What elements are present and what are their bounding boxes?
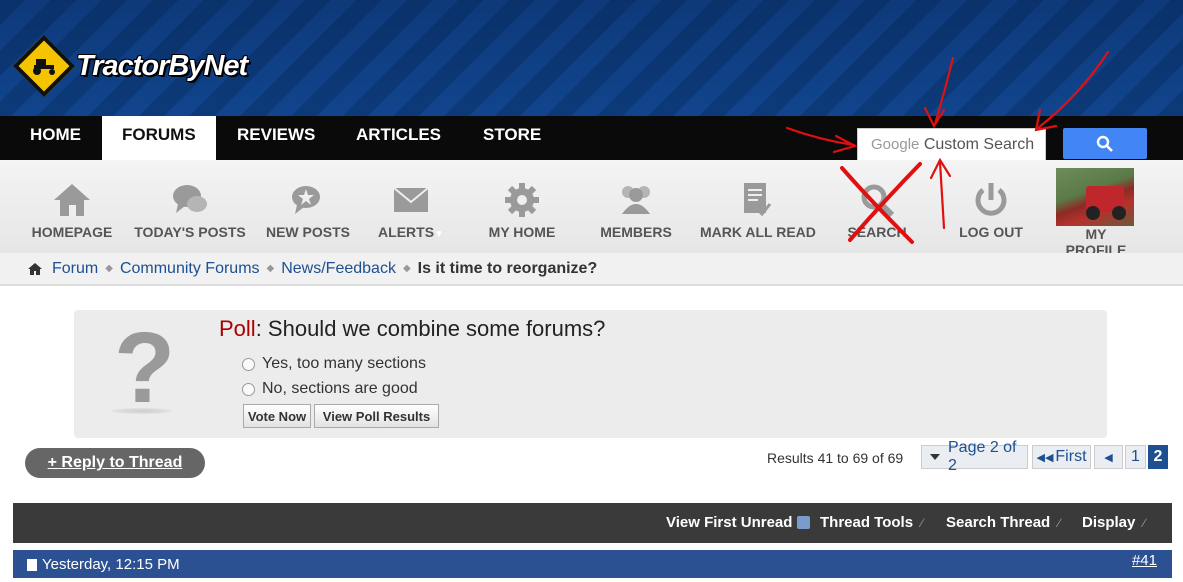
page-link-1[interactable]: 1 bbox=[1125, 445, 1146, 469]
toolbar-homepage[interactable]: HOMEPAGE bbox=[28, 160, 116, 253]
search-icon bbox=[1096, 135, 1113, 152]
breadcrumb-news-feedback[interactable]: News/Feedback bbox=[281, 260, 396, 278]
chat-bubbles-icon bbox=[173, 185, 207, 213]
home-icon bbox=[54, 184, 90, 216]
nav-reviews[interactable]: REVIEWS bbox=[217, 116, 335, 160]
double-chevron-left-icon: ◀◀ bbox=[1036, 451, 1054, 464]
breadcrumb-current: Is it time to reorganize? bbox=[417, 259, 598, 277]
results-count: Results 41 to 69 of 69 bbox=[767, 450, 904, 466]
nav-articles[interactable]: ARTICLES bbox=[336, 116, 461, 160]
toolbar-mark-all-read[interactable]: MARK ALL READ bbox=[700, 160, 816, 253]
gear-icon bbox=[505, 183, 539, 217]
thread-controls-bar: View First Unread Thread Tools ⁄ Search T… bbox=[13, 503, 1172, 543]
tractor-logo-icon bbox=[12, 34, 76, 98]
view-first-unread-link[interactable]: View First Unread bbox=[666, 514, 810, 531]
radio-button[interactable] bbox=[242, 382, 255, 396]
site-logo[interactable]: TractorByNet bbox=[12, 34, 248, 98]
toolbar-alerts[interactable]: ALERTS▼ bbox=[370, 160, 452, 253]
display-menu[interactable]: Display ⁄ bbox=[1082, 514, 1145, 531]
unread-icon bbox=[796, 516, 810, 529]
toolbar-my-home[interactable]: MY HOME bbox=[482, 160, 562, 253]
envelope-icon bbox=[393, 187, 429, 212]
post-header: Yesterday, 12:15 PM #41 bbox=[13, 550, 1172, 578]
mark-read-icon bbox=[744, 183, 772, 217]
power-icon bbox=[975, 183, 1007, 216]
poll-option[interactable]: Yes, too many sections bbox=[242, 355, 426, 373]
view-poll-results-button[interactable]: View Poll Results bbox=[314, 404, 439, 428]
search-thread-menu[interactable]: Search Thread ⁄ bbox=[946, 514, 1060, 531]
profile-avatar[interactable] bbox=[1056, 168, 1134, 226]
logo-text: TractorByNet bbox=[76, 49, 248, 82]
search-placeholder: Custom Search bbox=[923, 136, 1035, 153]
breadcrumb-separator-icon: ◆ bbox=[266, 263, 275, 274]
document-icon bbox=[27, 558, 37, 571]
page-link-2: 2 bbox=[1148, 445, 1168, 469]
breadcrumb-forum[interactable]: Forum bbox=[52, 260, 98, 278]
page-jump-dropdown[interactable]: Page 2 of 2 bbox=[921, 439, 1028, 474]
post-timestamp: Yesterday, 12:15 PM bbox=[42, 556, 180, 573]
chevron-down-icon: ▼ bbox=[434, 229, 444, 240]
poll-option[interactable]: No, sections are good bbox=[242, 380, 418, 398]
google-brand-text: Google bbox=[871, 136, 920, 153]
previous-page-button[interactable]: ◀ bbox=[1094, 445, 1123, 469]
toolbar-new-posts[interactable]: NEW POSTS bbox=[263, 160, 353, 253]
search-icon bbox=[861, 184, 895, 218]
home-icon[interactable] bbox=[28, 262, 42, 276]
poll-title: Poll: Should we combine some forums? bbox=[219, 316, 606, 341]
breadcrumb-separator-icon: ◆ bbox=[402, 263, 411, 274]
breadcrumb-separator-icon: ◆ bbox=[105, 263, 113, 274]
chevron-down-icon bbox=[930, 454, 940, 460]
toolbar-members[interactable]: MEMBERS bbox=[596, 160, 676, 253]
search-input[interactable]: Google Custom Search bbox=[857, 128, 1046, 161]
question-mark-icon: ? bbox=[114, 312, 176, 424]
new-posts-icon bbox=[292, 186, 320, 214]
breadcrumb-community-forums[interactable]: Community Forums bbox=[120, 260, 260, 278]
reply-to-thread-button[interactable]: + Reply to Thread bbox=[25, 448, 205, 478]
nav-forums[interactable]: FORUMS bbox=[102, 116, 216, 160]
poll-box: ? Poll: Should we combine some forums? Y… bbox=[74, 310, 1107, 438]
toolbar-log-out[interactable]: LOG OUT bbox=[952, 160, 1030, 253]
members-icon bbox=[622, 186, 650, 214]
breadcrumb: Forum ◆ Community Forums ◆ News/Feedback… bbox=[0, 253, 1183, 286]
vote-now-button[interactable]: Vote Now bbox=[243, 404, 311, 428]
thread-tools-menu[interactable]: Thread Tools ⁄ bbox=[820, 514, 923, 531]
toolbar-todays-posts[interactable]: TODAY'S POSTS bbox=[134, 160, 246, 253]
first-page-button[interactable]: ◀◀ First bbox=[1032, 445, 1091, 469]
toolbar-search[interactable]: SEARCH bbox=[838, 160, 916, 253]
search-button[interactable] bbox=[1063, 128, 1147, 159]
nav-home[interactable]: HOME bbox=[10, 116, 101, 160]
user-toolbar: HOMEPAGE TODAY'S POSTS NEW POSTS ALERTS▼… bbox=[0, 160, 1183, 253]
radio-button[interactable] bbox=[242, 357, 255, 371]
post-number-link[interactable]: #41 bbox=[1132, 552, 1157, 569]
nav-store[interactable]: STORE bbox=[463, 116, 561, 160]
chevron-left-icon: ◀ bbox=[1104, 451, 1113, 464]
